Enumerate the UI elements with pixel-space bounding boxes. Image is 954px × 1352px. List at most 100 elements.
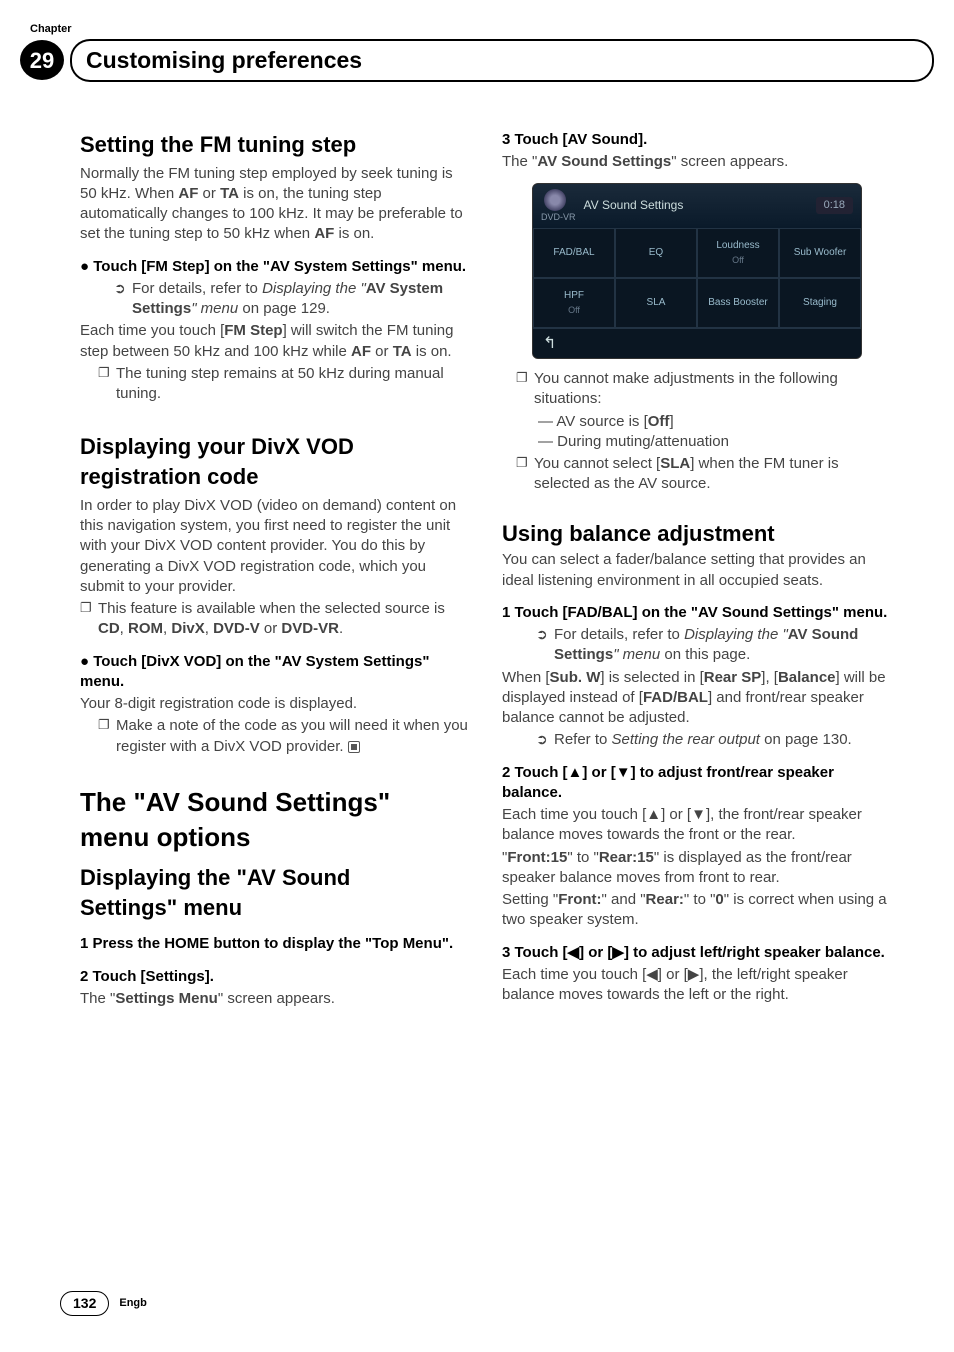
t: or <box>198 185 220 202</box>
divx-body: In order to play DivX VOD (video on dema… <box>80 496 472 597</box>
t: Front:15 <box>507 849 567 866</box>
page-number: 132 <box>60 1291 109 1316</box>
t: Rear:15 <box>599 849 654 866</box>
t: DVD-VR <box>281 620 339 637</box>
avsound-sub-2: Settings" menu <box>80 893 472 923</box>
t: Setting the rear output <box>612 731 760 748</box>
fm-heading: Setting the FM tuning step <box>80 130 472 160</box>
ss-back-button[interactable]: ↰ <box>533 328 861 359</box>
avsound-sub-1: Displaying the "AV Sound <box>80 863 472 893</box>
t: EQ <box>649 246 663 260</box>
t: " screen appears. <box>218 990 335 1007</box>
bal-s2: 2 Touch [▲] or [▼] to adjust front/rear … <box>502 763 894 804</box>
right-n1: You cannot make adjustments in the follo… <box>516 369 894 410</box>
avsound-s2b: The "Settings Menu" screen appears. <box>80 989 472 1009</box>
right-column: 3 Touch [AV Sound]. The "AV Sound Settin… <box>502 130 894 1011</box>
chapter-number-badge: 29 <box>20 40 64 80</box>
t: ROM <box>128 620 163 637</box>
t: This feature is available when the selec… <box>98 600 445 617</box>
bal-s1: 1 Touch [FAD/BAL] on the "AV Sound Setti… <box>502 603 894 623</box>
bal-heading: Using balance adjustment <box>502 519 894 549</box>
right-s3b: The "AV Sound Settings" screen appears. <box>502 152 894 172</box>
right-s3: 3 Touch [AV Sound]. <box>502 130 894 150</box>
lang-label: Engb <box>119 1296 147 1311</box>
avsound-s1: 1 Press the HOME button to display the "… <box>80 934 472 954</box>
t: CD <box>98 620 120 637</box>
t: AF <box>351 343 371 360</box>
t: The " <box>502 153 537 170</box>
t: The " <box>80 990 115 1007</box>
fm-note1: The tuning step remains at 50 kHz during… <box>98 364 472 405</box>
left-column: Setting the FM tuning step Normally the … <box>80 130 472 1011</box>
t: ], [ <box>761 669 778 686</box>
divx-note: This feature is available when the selec… <box>80 599 472 640</box>
t: AV Sound Settings <box>537 153 671 170</box>
t: on page 129. <box>238 300 330 317</box>
bal-s2d: Setting "Front:" and "Rear:" to "0" is c… <box>502 890 894 931</box>
t: ] is selected in [ <box>600 669 703 686</box>
t: For details, refer to <box>132 280 262 297</box>
t: Make a note of the code as you will need… <box>116 717 468 754</box>
t: " to " <box>567 849 599 866</box>
av-sound-screenshot: DVD-VR AV Sound Settings 0:18 FAD/BAL EQ… <box>532 183 862 360</box>
t: FM Step <box>224 322 282 339</box>
t: TA <box>393 343 412 360</box>
t: Rear: <box>646 891 684 908</box>
t: Off <box>648 413 670 430</box>
t: is on. <box>334 225 374 242</box>
ss-loudness[interactable]: LoudnessOff <box>697 228 779 278</box>
t: Off <box>568 304 580 316</box>
t: Settings Menu <box>115 990 218 1007</box>
t: " menu <box>191 300 238 317</box>
t: , <box>205 620 213 637</box>
t: Sub. W <box>550 669 601 686</box>
ss-subwoofer[interactable]: Sub Woofer <box>779 228 861 278</box>
ss-eq[interactable]: EQ <box>615 228 697 278</box>
t: " screen appears. <box>671 153 788 170</box>
t: Refer to <box>554 731 612 748</box>
fm-body: Normally the FM tuning step employed by … <box>80 164 472 245</box>
t: Setting " <box>502 891 558 908</box>
t: or <box>371 343 393 360</box>
bal-ref2: Refer to Setting the rear output on page… <box>536 730 894 750</box>
right-d1: AV source is [Off] <box>538 412 894 432</box>
t: When [ <box>502 669 550 686</box>
t: Displaying the " <box>262 280 366 297</box>
bal-body: You can select a fader/balance setting t… <box>502 550 894 591</box>
bal-ref1: For details, refer to Displaying the "AV… <box>536 625 894 666</box>
ss-hpf[interactable]: HPFOff <box>533 278 615 328</box>
ss-clock: 0:18 <box>816 197 853 214</box>
divx-note2: Make a note of the code as you will need… <box>98 716 472 757</box>
bal-s2b: Each time you touch [▲] or [▼], the fron… <box>502 805 894 846</box>
bal-s3: 3 Touch [◀] or [▶] to adjust left/right … <box>502 943 894 963</box>
t: is on. <box>412 343 452 360</box>
t: Off <box>732 254 744 266</box>
stop-icon <box>348 741 360 753</box>
ss-grid: FAD/BAL EQ LoudnessOff Sub Woofer HPFOff… <box>533 228 861 328</box>
t: AV source is [ <box>556 413 647 430</box>
t: HPF <box>564 289 584 303</box>
bal-s3b: Each time you touch [◀] or [▶], the left… <box>502 965 894 1006</box>
t: SLA <box>660 455 690 472</box>
t: Loudness <box>716 239 759 253</box>
t: Balance <box>778 669 836 686</box>
ss-source: DVD-VR <box>541 211 576 223</box>
t: or <box>260 620 282 637</box>
avsound-big-2: menu options <box>80 820 472 855</box>
t: on page 130. <box>760 731 852 748</box>
t: , <box>120 620 128 637</box>
ss-bassboost[interactable]: Bass Booster <box>697 278 779 328</box>
t: Sub Woofer <box>794 246 847 260</box>
disc-icon <box>544 189 566 211</box>
right-n2: You cannot select [SLA] when the FM tune… <box>516 454 894 495</box>
ss-fadbal[interactable]: FAD/BAL <box>533 228 615 278</box>
ss-titlebar: DVD-VR AV Sound Settings 0:18 <box>533 184 861 228</box>
ss-sla[interactable]: SLA <box>615 278 697 328</box>
ta: TA <box>220 185 239 202</box>
t: DVD-V <box>213 620 260 637</box>
page-footer: 132 Engb <box>60 1291 147 1316</box>
t: Displaying the " <box>684 626 788 643</box>
t: ] <box>669 413 673 430</box>
ss-staging[interactable]: Staging <box>779 278 861 328</box>
chapter-bar: 29 Customising preferences <box>20 39 914 82</box>
